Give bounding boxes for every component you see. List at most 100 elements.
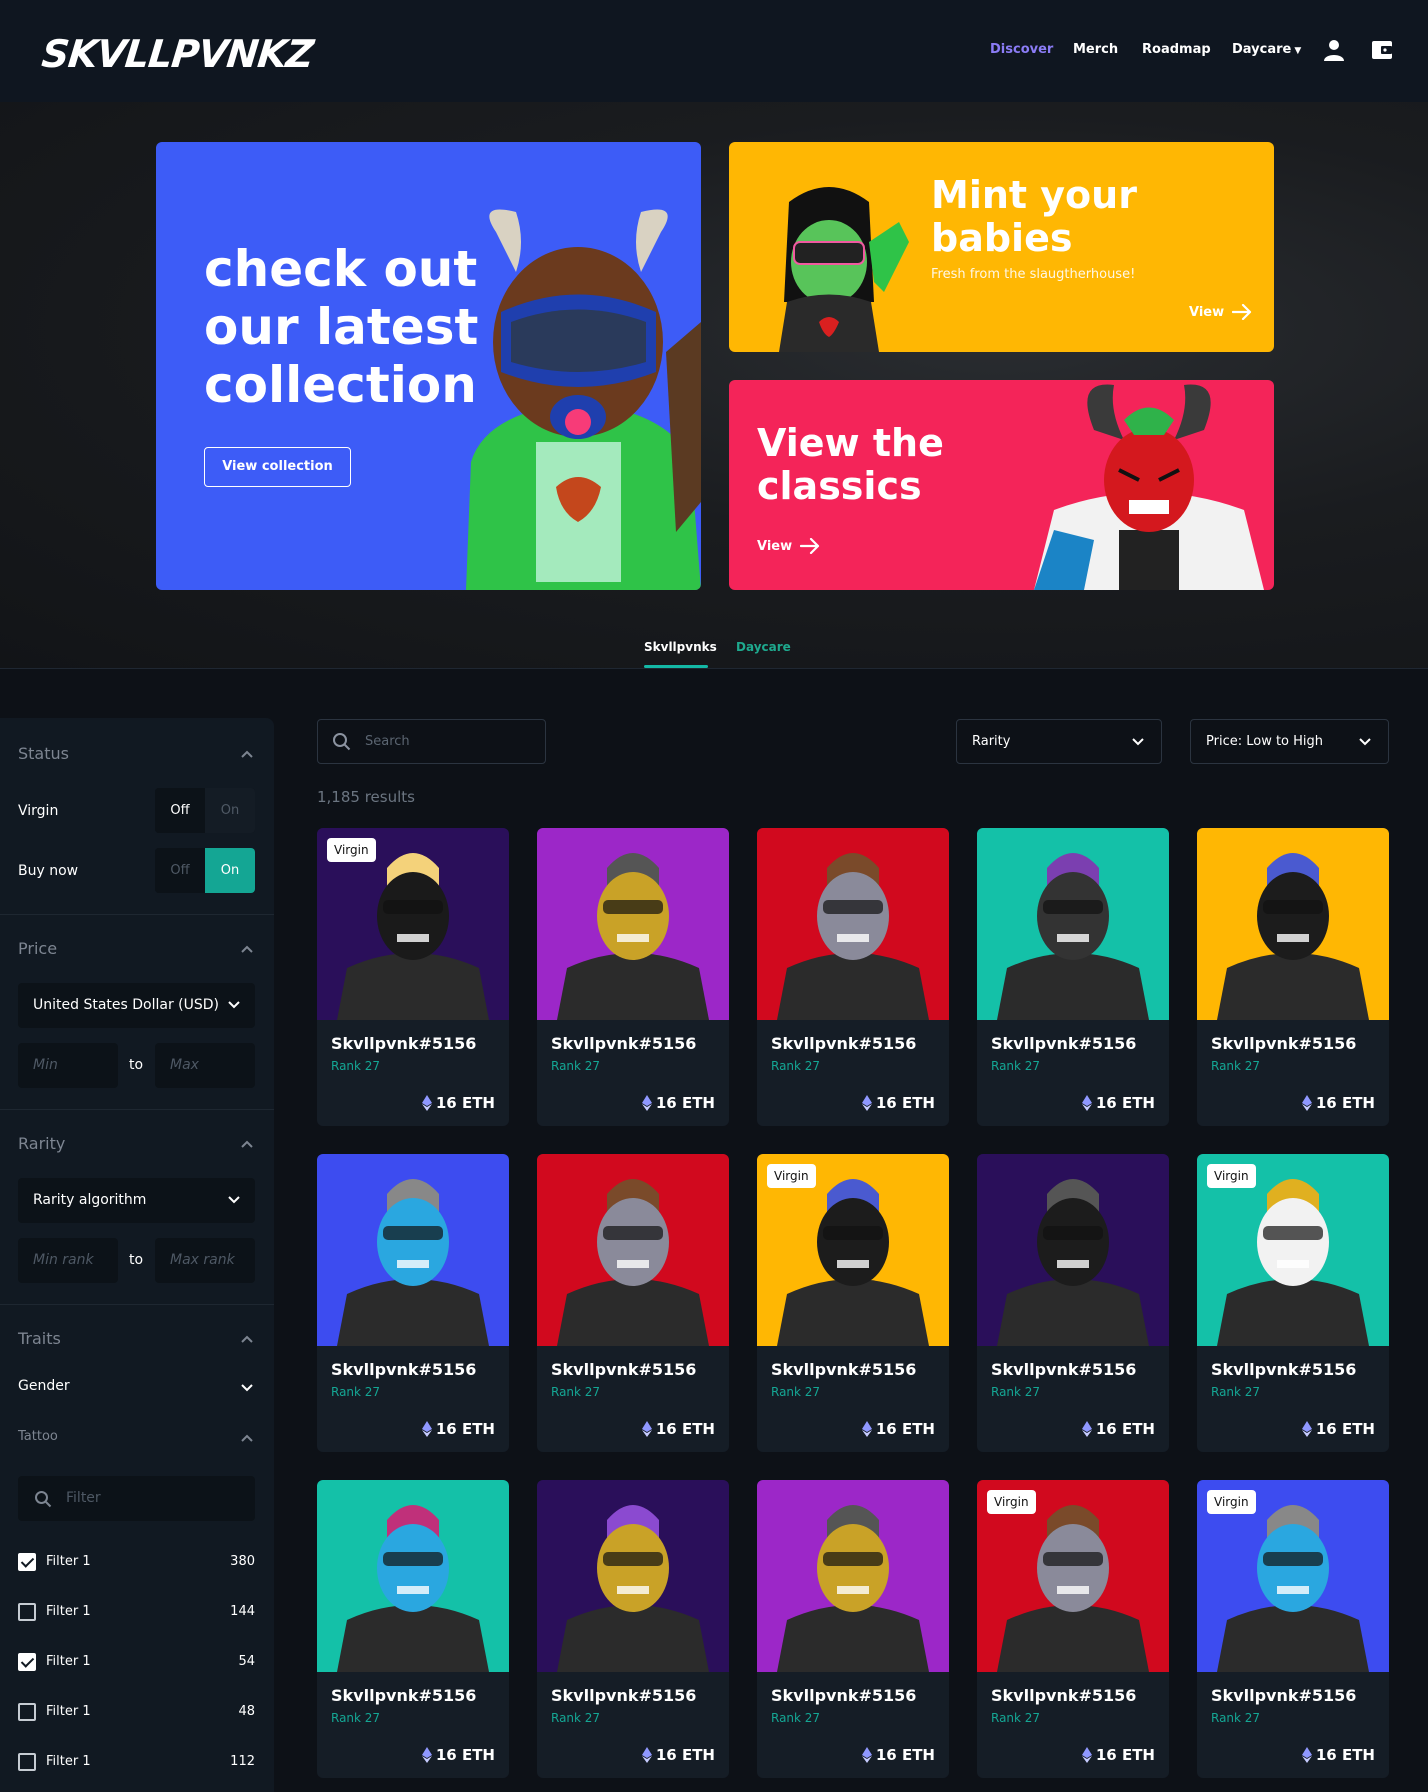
checkbox[interactable] <box>18 1753 36 1771</box>
nft-image <box>1197 828 1389 1020</box>
checkbox[interactable] <box>18 1703 36 1721</box>
price-sort-dropdown[interactable]: Price: Low to High <box>1190 719 1389 764</box>
rank-min-input[interactable]: Min rank <box>18 1238 118 1283</box>
buy-now-toggle[interactable]: Off On <box>155 848 255 893</box>
nav-merch[interactable]: Merch <box>1073 42 1118 57</box>
chevron-down-icon[interactable] <box>240 1381 254 1395</box>
gender-trait-label[interactable]: Gender <box>18 1378 70 1394</box>
nft-price-value: 16 ETH <box>435 1094 495 1112</box>
nft-name: Skvllpvnk#5156 <box>991 1360 1137 1379</box>
nft-rank: Rank 27 <box>771 1385 821 1399</box>
nft-card[interactable]: Skvllpvnk#5156 Rank 27 16 ETH <box>537 1480 729 1778</box>
nft-image <box>317 1154 509 1346</box>
nft-price: 16 ETH <box>1301 1094 1375 1112</box>
tab-skvllpvnks[interactable]: Skvllpvnks <box>644 640 717 654</box>
checkbox[interactable] <box>18 1603 36 1621</box>
nft-card[interactable]: Virgin Skvllpvnk#5156 Rank 27 16 ETH <box>1197 1154 1389 1452</box>
chevron-up-icon[interactable] <box>240 1332 254 1346</box>
virgin-on-option[interactable]: On <box>205 788 255 833</box>
chevron-up-icon[interactable] <box>240 942 254 956</box>
nft-rank: Rank 27 <box>1211 1711 1261 1725</box>
chevron-down-icon <box>228 1001 240 1009</box>
rank-max-input[interactable]: Max rank <box>155 1238 255 1283</box>
wallet-icon[interactable] <box>1370 38 1394 62</box>
view-classics-card[interactable]: View the classics View <box>729 380 1274 590</box>
search-input[interactable]: Search <box>317 719 546 764</box>
nft-card[interactable]: Skvllpvnk#5156 Rank 27 16 ETH <box>977 1154 1169 1452</box>
chevron-up-icon[interactable] <box>240 1431 254 1445</box>
ethereum-icon <box>1301 1095 1312 1111</box>
price-max-input[interactable]: Max <box>155 1043 255 1088</box>
trait-filter-input[interactable]: Filter <box>18 1476 255 1521</box>
mint-subtitle: Fresh from the slaugtherhouse! <box>931 267 1136 282</box>
chevron-down-icon <box>1359 738 1371 746</box>
rarity-sort-dropdown[interactable]: Rarity <box>956 719 1162 764</box>
nft-card[interactable]: Skvllpvnk#5156 Rank 27 16 ETH <box>977 828 1169 1126</box>
trait-filter-option[interactable]: Filter 1 112 <box>18 1753 255 1773</box>
nft-character-illustration <box>777 853 929 1020</box>
nft-rank: Rank 27 <box>771 1711 821 1725</box>
site-logo[interactable]: SKVLLPVNKZ <box>40 32 315 76</box>
status-section-title[interactable]: Status <box>18 744 69 763</box>
checkbox[interactable] <box>18 1653 36 1671</box>
nft-price: 16 ETH <box>1081 1094 1155 1112</box>
search-placeholder: Search <box>365 734 410 749</box>
nft-price: 16 ETH <box>421 1420 495 1438</box>
nav-daycare-dropdown[interactable]: Daycare ▼ <box>1232 42 1301 57</box>
nft-price: 16 ETH <box>641 1420 715 1438</box>
price-section-title[interactable]: Price <box>18 939 57 958</box>
nft-card[interactable]: Skvllpvnk#5156 Rank 27 16 ETH <box>757 828 949 1126</box>
chevron-up-icon[interactable] <box>240 1137 254 1151</box>
traits-section-title[interactable]: Traits <box>18 1329 61 1348</box>
mint-babies-card[interactable]: Mint your babies Fresh from the slaugthe… <box>729 142 1274 352</box>
nft-card[interactable]: Virgin Skvllpvnk#5156 Rank 27 16 ETH <box>1197 1480 1389 1778</box>
trait-filter-option[interactable]: Filter 1 380 <box>18 1553 255 1573</box>
trait-filter-option[interactable]: Filter 1 54 <box>18 1653 255 1673</box>
trait-filter-option[interactable]: Filter 1 144 <box>18 1603 255 1623</box>
rarity-section-title[interactable]: Rarity <box>18 1134 65 1153</box>
virgin-off-option[interactable]: Off <box>155 788 205 833</box>
nft-card[interactable]: Skvllpvnk#5156 Rank 27 16 ETH <box>1197 828 1389 1126</box>
virgin-label: Virgin <box>18 803 59 819</box>
nft-name: Skvllpvnk#5156 <box>331 1034 477 1053</box>
nav-discover[interactable]: Discover <box>990 42 1053 57</box>
view-collection-button[interactable]: View collection <box>204 447 351 487</box>
nft-character-illustration <box>997 853 1149 1020</box>
nft-card[interactable]: Virgin Skvllpvnk#5156 Rank 27 16 ETH <box>757 1154 949 1452</box>
nft-rank: Rank 27 <box>1211 1385 1261 1399</box>
mint-view-link[interactable]: View <box>1189 304 1252 320</box>
ethereum-icon <box>641 1421 652 1437</box>
nav-roadmap[interactable]: Roadmap <box>1142 42 1211 57</box>
nft-card[interactable]: Virgin Skvllpvnk#5156 Rank 27 16 ETH <box>317 828 509 1126</box>
price-min-input[interactable]: Min <box>18 1043 118 1088</box>
user-icon[interactable] <box>1322 38 1346 62</box>
nft-card[interactable]: Skvllpvnk#5156 Rank 27 16 ETH <box>757 1480 949 1778</box>
checkbox[interactable] <box>18 1553 36 1571</box>
virgin-toggle[interactable]: Off On <box>155 788 255 833</box>
currency-select[interactable]: United States Dollar (USD) <box>18 983 255 1028</box>
nft-image <box>757 1480 949 1672</box>
rarity-algorithm-select[interactable]: Rarity algorithm <box>18 1178 255 1223</box>
trait-filter-option[interactable]: Filter 1 48 <box>18 1703 255 1723</box>
nft-price: 16 ETH <box>421 1746 495 1764</box>
buy-now-on-option[interactable]: On <box>205 848 255 893</box>
ethereum-icon <box>1081 1747 1092 1763</box>
nft-card[interactable]: Virgin Skvllpvnk#5156 Rank 27 16 ETH <box>977 1480 1169 1778</box>
nft-name: Skvllpvnk#5156 <box>991 1034 1137 1053</box>
buy-now-off-option[interactable]: Off <box>155 848 205 893</box>
hero-latest-collection-card[interactable]: check out our latest collection View col… <box>156 142 701 590</box>
classics-view-label: View <box>757 538 793 554</box>
nft-card[interactable]: Skvllpvnk#5156 Rank 27 16 ETH <box>317 1480 509 1778</box>
nft-card[interactable]: Skvllpvnk#5156 Rank 27 16 ETH <box>537 828 729 1126</box>
nft-name: Skvllpvnk#5156 <box>551 1034 697 1053</box>
chevron-up-icon[interactable] <box>240 747 254 761</box>
nft-card[interactable]: Skvllpvnk#5156 Rank 27 16 ETH <box>537 1154 729 1452</box>
virgin-badge: Virgin <box>987 1490 1036 1514</box>
nft-name: Skvllpvnk#5156 <box>551 1360 697 1379</box>
classics-view-link[interactable]: View <box>757 538 820 554</box>
buy-now-label: Buy now <box>18 863 79 879</box>
nft-price-value: 16 ETH <box>435 1420 495 1438</box>
tab-daycare[interactable]: Daycare <box>736 640 791 654</box>
tattoo-trait-label[interactable]: Tattoo <box>18 1429 58 1444</box>
nft-card[interactable]: Skvllpvnk#5156 Rank 27 16 ETH <box>317 1154 509 1452</box>
